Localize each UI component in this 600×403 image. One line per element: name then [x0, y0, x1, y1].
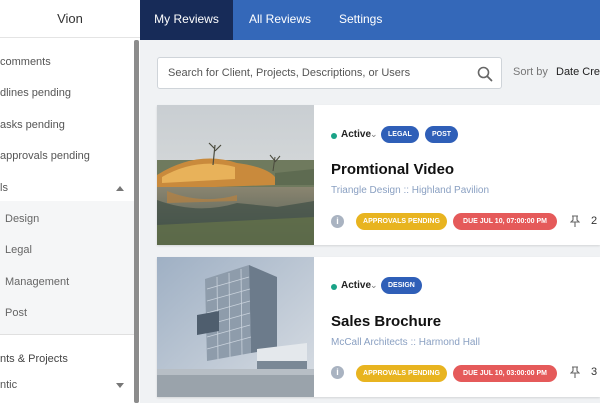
status-label[interactable]: Active — [341, 280, 371, 291]
chevron-down-icon[interactable]: ⌄ — [370, 280, 378, 291]
tag-design[interactable]: DESIGN — [381, 277, 422, 294]
review-thumbnail[interactable] — [157, 257, 314, 397]
sidebar-subitem-management[interactable]: Management — [5, 272, 69, 292]
chevron-down-icon[interactable]: ⌄ — [370, 129, 378, 140]
sidebar-divider — [0, 334, 134, 335]
sidebar-item-client[interactable]: ntic — [0, 375, 17, 395]
search-box — [157, 57, 502, 89]
review-title[interactable]: Sales Brochure — [331, 313, 441, 330]
brand-title: Vion — [0, 0, 140, 38]
sidebar-item-approvals-pending[interactable]: approvals pending — [0, 146, 90, 166]
review-card[interactable]: Active ⌄ DESIGN Sales Brochure McCall Ar… — [157, 257, 600, 397]
approvals-pending-badge: APPROVALS PENDING — [356, 365, 447, 382]
sidebar-subitem-design[interactable]: Design — [5, 209, 39, 229]
pin-icon[interactable] — [570, 215, 580, 227]
status-dot — [331, 284, 337, 290]
search-input[interactable] — [158, 58, 458, 88]
sidebar-subitem-post[interactable]: Post — [5, 303, 27, 323]
due-date-badge: DUE JUL 10, 03:00:00 PM — [453, 365, 557, 382]
review-card[interactable]: Active ⌄ LEGAL POST Promtional Video Tri… — [157, 105, 600, 245]
review-subtitle[interactable]: Triangle Design :: Highland Pavilion — [331, 185, 489, 196]
sidebar-scrollbar[interactable] — [134, 40, 139, 403]
sidebar: Vion comments dlines pending asks pendin… — [0, 0, 140, 403]
sidebar-item-labels[interactable]: ls — [0, 178, 8, 198]
search-icon[interactable] — [476, 65, 494, 83]
chevron-down-icon[interactable] — [116, 383, 124, 388]
pin-icon[interactable] — [570, 366, 580, 378]
approvals-pending-badge: APPROVALS PENDING — [356, 213, 447, 230]
sort-label: Sort by — [513, 66, 548, 78]
top-nav: My Reviews All Reviews Settings — [140, 0, 600, 40]
sidebar-item-comments[interactable]: comments — [0, 52, 51, 72]
pin-count: 2 — [591, 215, 597, 227]
info-icon[interactable]: i — [331, 215, 344, 228]
status-label[interactable]: Active — [341, 129, 371, 140]
pin-count: 3 — [591, 366, 597, 378]
sort-select[interactable]: Date Cre — [556, 66, 600, 78]
chevron-up-icon[interactable] — [116, 186, 124, 191]
info-icon[interactable]: i — [331, 366, 344, 379]
tag-legal[interactable]: LEGAL — [381, 126, 419, 143]
sidebar-section-clients-projects: nts & Projects — [0, 349, 68, 369]
review-title[interactable]: Promtional Video — [331, 161, 454, 178]
tab-all-reviews[interactable]: All Reviews — [249, 0, 311, 40]
status-dot — [331, 133, 337, 139]
tab-my-reviews[interactable]: My Reviews — [140, 0, 233, 40]
tag-post[interactable]: POST — [425, 126, 458, 143]
due-date-badge: DUE JUL 10, 07:00:00 PM — [453, 213, 557, 230]
review-subtitle[interactable]: McCall Architects :: Harmond Hall — [331, 337, 480, 348]
sidebar-item-tasks-pending[interactable]: asks pending — [0, 115, 65, 135]
review-thumbnail[interactable] — [157, 105, 314, 245]
tab-settings[interactable]: Settings — [339, 0, 382, 40]
sidebar-item-deadlines-pending[interactable]: dlines pending — [0, 83, 71, 103]
sidebar-subitem-legal[interactable]: Legal — [5, 240, 32, 260]
